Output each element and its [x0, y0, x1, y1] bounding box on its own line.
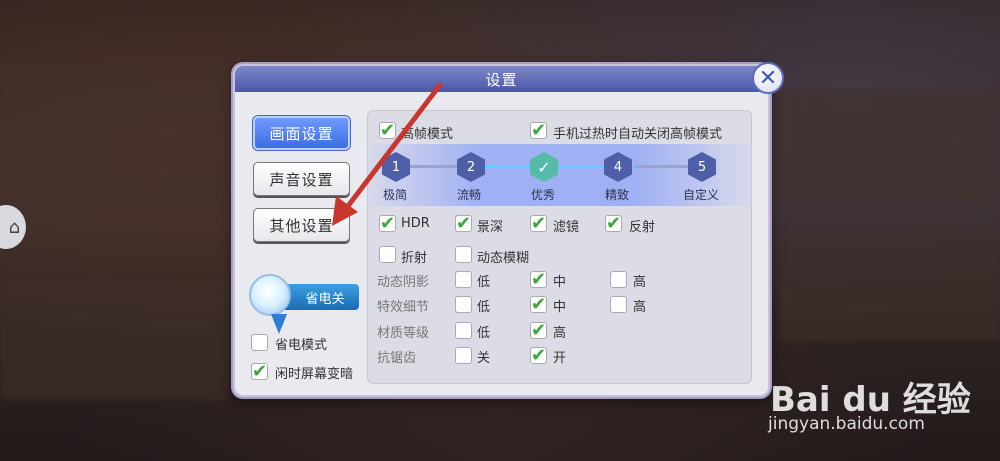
watermark-url: jingyan.baidu.com [768, 414, 925, 434]
